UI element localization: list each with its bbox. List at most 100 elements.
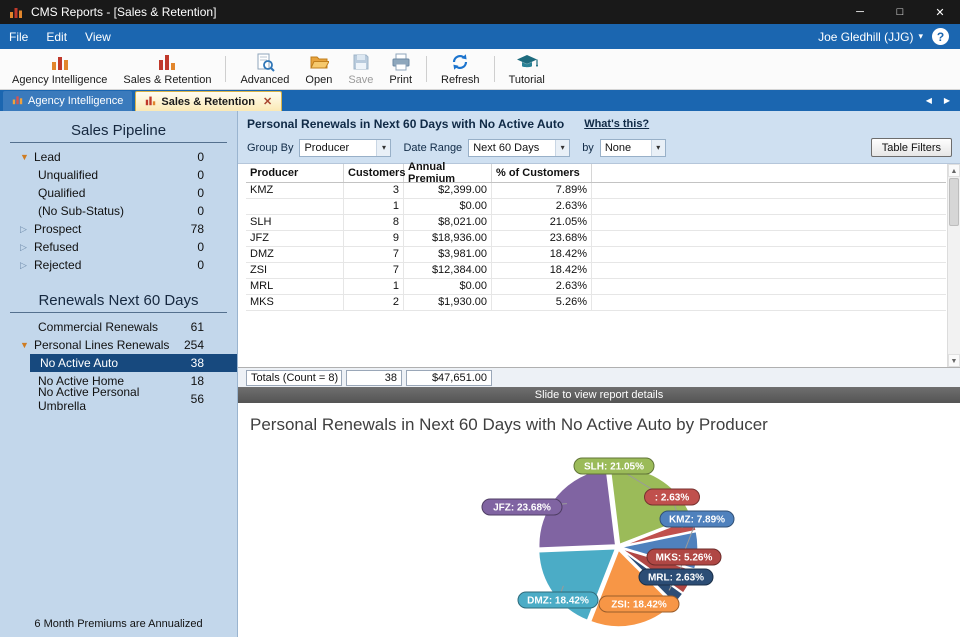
toolbar-tutorial-button[interactable]: Tutorial [501,51,553,87]
sidebar-item-unqualified[interactable]: Unqualified0 [0,166,237,184]
tab-bar: Agency Intelligence Sales & Retention ✕ … [0,90,960,111]
table-filters-button[interactable]: Table Filters [871,138,952,157]
sidebar-item-no-sub-status[interactable]: (No Sub-Status)0 [0,202,237,220]
toolbar: Agency Intelligence Sales & Retention [0,49,960,90]
toolbar-refresh-button[interactable]: Refresh [433,51,488,87]
column-header-of-customers[interactable]: % of Customers [492,164,592,182]
sidebar-item-prospect[interactable]: ▷Prospect78 [0,220,237,238]
toolbar-open-button[interactable]: Open [297,51,340,87]
toolbar-sales-retention-button[interactable]: Sales & Retention [115,51,219,87]
toolbar-label: Tutorial [509,74,545,86]
sidebar-item-qualified[interactable]: Qualified0 [0,184,237,202]
table-row[interactable]: SLH8$8,021.0021.05% [246,215,946,231]
group-by-dropdown[interactable]: Producer ▾ [299,139,391,157]
cell-of-customers: 18.42% [492,247,592,262]
group-by-value: Producer [300,142,376,154]
triangle-right-icon[interactable]: ▷ [20,220,34,238]
cell-producer: DMZ [246,247,344,262]
pie-label-text: : 2.63% [655,493,690,504]
graduation-cap-icon [516,52,538,72]
user-menu[interactable]: Joe Gledhill (JJG) ▾ [818,30,923,44]
cell-producer: KMZ [246,183,344,198]
cell-of-customers: 23.68% [492,231,592,246]
totals-row: Totals (Count = 8) 38 $47,651.00 [238,367,960,387]
toolbar-print-button[interactable]: Print [381,51,420,87]
triangle-down-icon[interactable]: ▼ [20,336,34,354]
close-button[interactable]: ✕ [920,0,960,24]
report-title: Personal Renewals in Next 60 Days with N… [247,117,564,131]
app-window: CMS Reports - [Sales & Retention] ─ □ ✕ … [0,0,960,637]
cell-annual-premium: $0.00 [404,279,492,294]
toolbar-advanced-button[interactable]: Advanced [232,51,297,87]
folder-open-icon [309,52,329,72]
section-divider [10,312,227,313]
table-row[interactable]: 1$0.002.63% [246,199,946,215]
table-row[interactable]: MKS2$1,930.005.26% [246,295,946,311]
cell-producer: SLH [246,215,344,230]
sidebar-item-no-active-auto[interactable]: No Active Auto38 [30,354,237,372]
column-header-annual-premium[interactable]: Annual Premium [404,164,492,182]
sidebar-section: Sales Pipeline▼Lead0Unqualified0Qualifie… [0,122,237,274]
whats-this-link[interactable]: What's this? [584,118,649,130]
minimize-button[interactable]: ─ [840,0,880,24]
table-row[interactable]: JFZ9$18,936.0023.68% [246,231,946,247]
tab-scroll-left-icon[interactable]: ◀ [926,96,932,105]
pie-label-text: DMZ: 18.42% [527,596,589,607]
date-range-value: Next 60 Days [469,142,555,154]
chart-area: Personal Renewals in Next 60 Days with N… [238,403,960,637]
toolbar-save-button[interactable]: Save [340,51,381,87]
help-button[interactable]: ? [932,28,949,45]
cell-customers: 1 [344,279,404,294]
sidebar-item-label: Commercial Renewals [38,320,158,334]
cell-annual-premium: $2,399.00 [404,183,492,198]
tab-agency-intelligence[interactable]: Agency Intelligence [3,91,132,111]
document-search-icon [255,52,275,72]
sidebar-item-lead[interactable]: ▼Lead0 [0,148,237,166]
sidebar-section-title: Renewals Next 60 Days [0,292,237,309]
sidebar-item-count: 0 [197,240,204,254]
sidebar-item-count: 18 [191,374,204,388]
by-label: by [582,142,594,154]
triangle-right-icon[interactable]: ▷ [20,238,34,256]
report-splitter-handle[interactable]: Slide to view report details [238,387,960,403]
triangle-down-icon[interactable]: ▼ [20,148,34,166]
table-row[interactable]: MRL1$0.002.63% [246,279,946,295]
sidebar-item-personal-lines-renewals[interactable]: ▼Personal Lines Renewals254 [0,336,237,354]
menubar-right: Joe Gledhill (JJG) ▾ ? [818,28,960,45]
bar-chart-red-icon [145,95,156,109]
date-range-dropdown[interactable]: Next 60 Days ▾ [468,139,570,157]
column-header-customers[interactable]: Customers [344,164,404,182]
tab-close-icon[interactable]: ✕ [263,95,272,108]
title-bar: CMS Reports - [Sales & Retention] ─ □ ✕ [0,0,960,24]
toolbar-label: Open [305,74,332,86]
maximize-button[interactable]: □ [880,0,920,24]
vertical-scrollbar[interactable]: ▲ ▼ [947,164,960,367]
menu-file[interactable]: File [0,24,37,49]
scroll-up-icon[interactable]: ▲ [948,164,960,177]
scrollbar-thumb[interactable] [949,178,959,226]
cell-of-customers: 2.63% [492,199,592,214]
sidebar-item-count: 56 [191,392,204,406]
sidebar-item-label: Rejected [34,258,81,272]
tab-scroll-right-icon[interactable]: ▶ [944,96,950,105]
triangle-right-icon[interactable]: ▷ [20,256,34,274]
toolbar-agency-intelligence-button[interactable]: Agency Intelligence [4,51,115,87]
column-header-producer[interactable]: Producer [246,164,344,182]
cell-of-customers: 2.63% [492,279,592,294]
table-row[interactable]: ZSI7$12,384.0018.42% [246,263,946,279]
sidebar-item-commercial-renewals[interactable]: Commercial Renewals61 [0,318,237,336]
tab-sales-retention[interactable]: Sales & Retention ✕ [135,91,282,111]
menu-view[interactable]: View [76,24,120,49]
sidebar-item-rejected[interactable]: ▷Rejected0 [0,256,237,274]
cell-customers: 7 [344,263,404,278]
pie-label-text: SLH: 21.05% [584,462,644,473]
sidebar-item-refused[interactable]: ▷Refused0 [0,238,237,256]
menu-edit[interactable]: Edit [37,24,76,49]
pie-label-text: MRL: 2.63% [648,573,704,584]
table-row[interactable]: DMZ7$3,981.0018.42% [246,247,946,263]
sidebar-item-no-active-personal-umbrella[interactable]: No Active Personal Umbrella56 [0,390,237,408]
cell-of-customers: 18.42% [492,263,592,278]
by-dropdown[interactable]: None ▾ [600,139,666,157]
table-row[interactable]: KMZ3$2,399.007.89% [246,183,946,199]
scroll-down-icon[interactable]: ▼ [948,354,960,367]
